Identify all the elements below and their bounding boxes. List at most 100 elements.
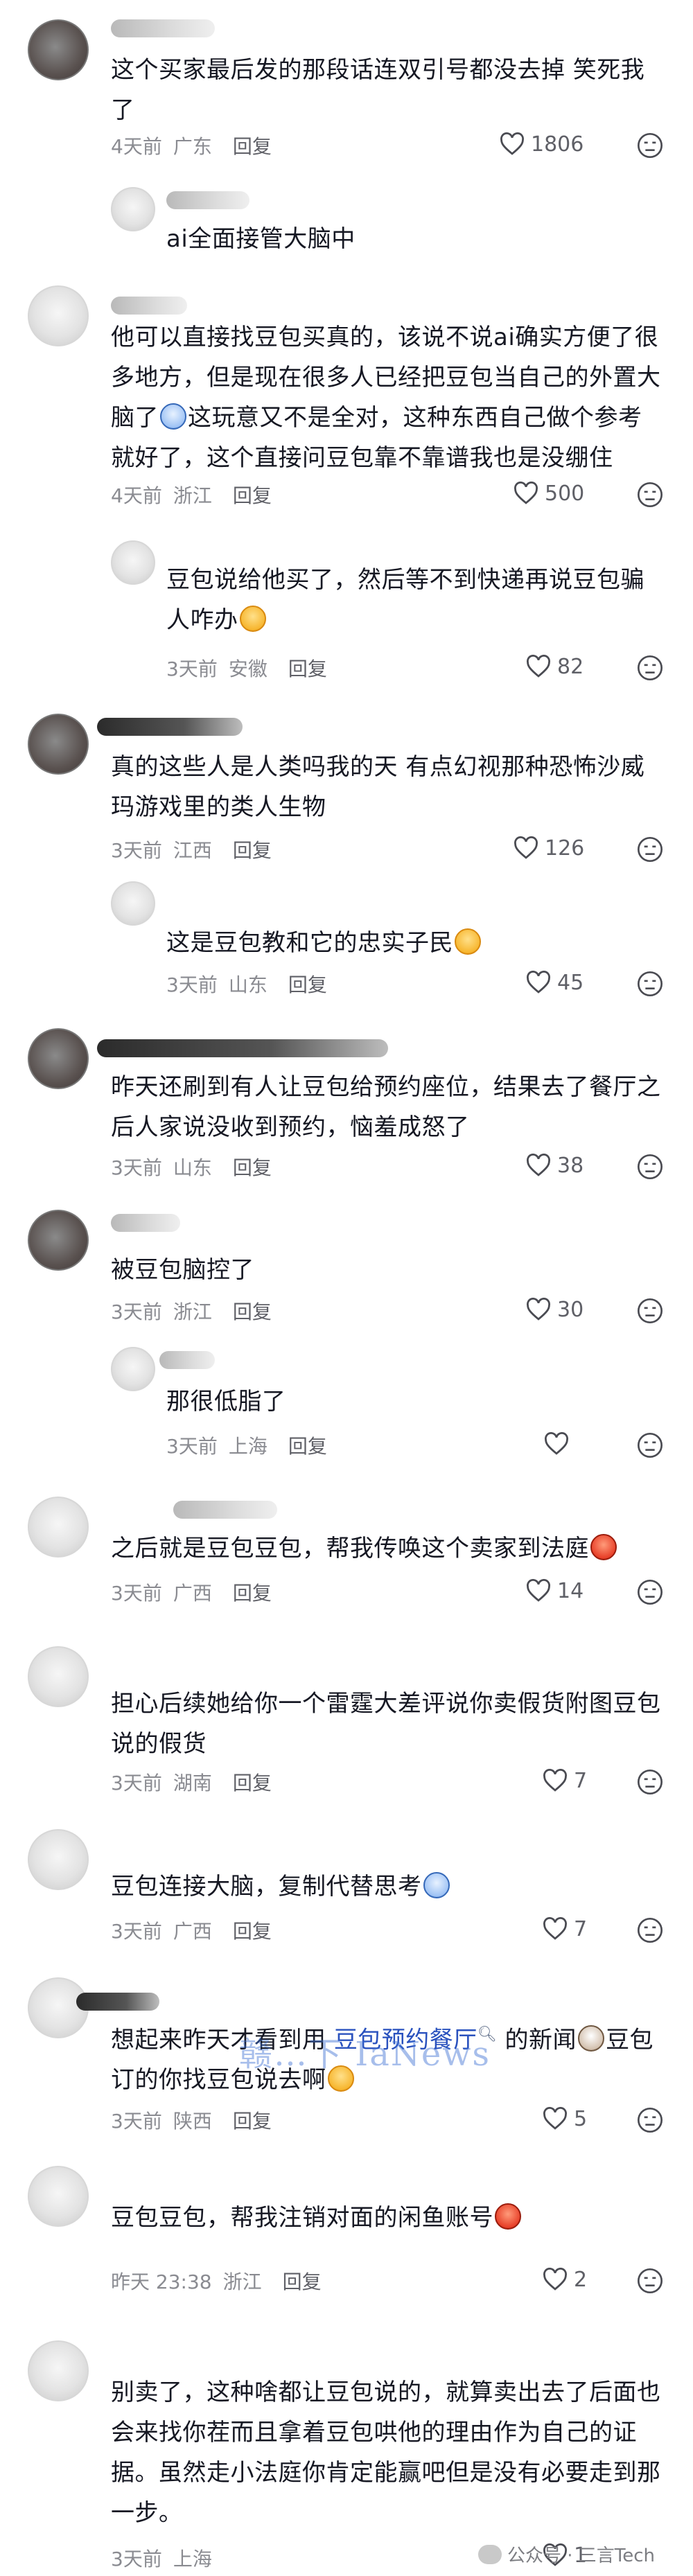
like-button[interactable]: 38 [525,1150,584,1181]
like-button[interactable] [543,1429,570,1459]
reply-button[interactable]: 回复 [288,973,327,996]
reply-button[interactable]: 回复 [233,1300,272,1323]
dislike-face-icon[interactable] [636,1768,664,1796]
doubao-emoji-icon [455,928,481,955]
comment-text: 这是豆包教和它的忠实子民 [166,923,482,963]
reply-button[interactable]: 回复 [233,2110,272,2133]
reply-button[interactable]: 回复 [233,839,272,862]
like-button[interactable]: 7 [542,1914,587,1944]
like-count: 38 [557,1153,584,1178]
heart-outline-icon [500,132,524,155]
comment-text: 他可以直接找豆包买真的，该说不说ai确实方便了很 多地方，但是现在很多人已经把豆… [111,317,661,478]
like-button[interactable]: 126 [513,833,584,863]
comment-text: 别卖了，这种啥都让豆包说的，就算卖出去了后面也 会来找你茬而且拿着豆包哄他的理由… [111,2379,661,2527]
comment-location: 广东 [173,135,212,158]
dislike-face-icon[interactable] [636,132,664,159]
nickname[interactable] [111,297,187,315]
nickname[interactable] [166,191,249,209]
avatar[interactable] [111,881,155,926]
comment-location: 广西 [173,1920,212,1943]
nickname[interactable] [111,19,215,37]
search-link[interactable]: 豆包预约餐厅 [334,2026,477,2054]
comment-time: 3天前 [111,1156,162,1179]
reply-button[interactable]: 回复 [233,1920,272,1943]
nickname[interactable] [97,1039,388,1057]
avatar[interactable] [28,1497,89,1558]
dislike-face-icon[interactable] [636,970,664,998]
dislike-face-icon[interactable] [636,1431,664,1459]
comment-text-part: 想起来昨天才看到用 [111,2026,334,2054]
dislike-face-icon[interactable] [636,1578,664,1606]
reply-button[interactable]: 回复 [288,1435,327,1458]
crying-emoji-icon [160,403,186,430]
reply-button[interactable]: 回复 [283,2270,322,2293]
comment-location: 湖南 [173,1772,212,1794]
reply-button[interactable]: 回复 [288,658,327,680]
like-button[interactable]: 45 [525,967,584,998]
dislike-face-icon[interactable] [636,654,664,682]
dislike-face-icon[interactable] [636,1916,664,1944]
like-count: 14 [557,1578,584,1603]
nickname[interactable] [97,718,243,736]
avatar[interactable] [28,2166,89,2227]
comment-text: 担心后续她给你一个雷霆大差评说你卖假货附图豆包 说的假货 [111,1690,661,1758]
like-button[interactable]: 5 [542,2103,587,2134]
brand-text: 公众号 · 三言Tech [507,2546,656,2566]
like-button[interactable]: 1806 [499,129,584,159]
reply-button[interactable]: 回复 [233,484,272,507]
nickname[interactable] [76,1993,159,2011]
comment-text: 昨天还刷到有人让豆包给预约座位，结果去了餐厅之 后人家说没收到预约，恼羞成怒了 [111,1073,661,1141]
avatar[interactable] [28,19,89,80]
comment-meta: 3天前 广西 回复 [111,1916,272,1944]
heart-outline-icon [527,971,550,994]
avatar[interactable] [111,187,155,231]
avatar[interactable] [111,1347,155,1391]
dislike-face-icon[interactable] [636,836,664,863]
like-button[interactable]: 82 [525,651,584,682]
avatar[interactable] [111,540,155,585]
comment-text-part: 豆包豆包，帮我注销对面的闲鱼账号 [111,2204,493,2232]
like-count: 1806 [531,132,584,157]
avatar[interactable] [28,1829,89,1890]
reply-button[interactable]: 回复 [233,1772,272,1794]
reply-button[interactable]: 回复 [233,1582,272,1605]
comment-location: 山东 [228,973,267,996]
avatar[interactable] [28,1210,89,1271]
like-button[interactable]: 30 [525,1294,584,1325]
like-button[interactable]: 7 [542,1765,587,1796]
like-count: 82 [557,654,584,679]
heart-outline-icon [527,1579,550,1602]
comment-time: 3天前 [166,658,218,680]
avatar[interactable] [28,1028,89,1089]
comment-time: 3天前 [111,839,162,862]
comment-text: ai全面接管大脑中 [166,225,356,253]
comment-meta: 3天前 湖南 回复 [111,1768,272,1796]
comment-text-part: 豆包说给他买了，然后等不到快递再说豆包骗 人咋办 [166,566,644,634]
comment-location: 陕西 [173,2110,212,2133]
dislike-face-icon[interactable] [636,481,664,509]
like-count: 2 [574,2267,588,2292]
avatar[interactable] [28,2340,89,2401]
nickname[interactable] [111,1214,180,1232]
like-count: 7 [574,1916,588,1941]
comment-time: 3天前 [111,1772,162,1794]
heart-outline-icon [514,482,538,504]
avatar[interactable] [28,714,89,775]
nickname[interactable] [173,1501,277,1519]
dislike-face-icon[interactable] [636,1297,664,1325]
avatar[interactable] [28,285,89,346]
like-button[interactable]: 500 [513,478,584,509]
dislike-face-icon[interactable] [636,1153,664,1181]
like-button[interactable]: 2 [542,2264,587,2295]
like-button[interactable]: 14 [525,1576,584,1606]
like-count: 45 [557,970,584,995]
avatar[interactable] [28,1646,89,1707]
nickname[interactable] [159,1351,215,1369]
dislike-face-icon[interactable] [636,2106,664,2134]
comment-meta: 3天前 山东 回复 [111,1153,272,1181]
reply-button[interactable]: 回复 [233,1156,272,1179]
search-mark-icon[interactable]: 🔍︎ [477,2026,497,2043]
dislike-face-icon[interactable] [636,2267,664,2295]
reply-button[interactable]: 回复 [233,135,272,158]
comment-location: 浙江 [173,484,212,507]
